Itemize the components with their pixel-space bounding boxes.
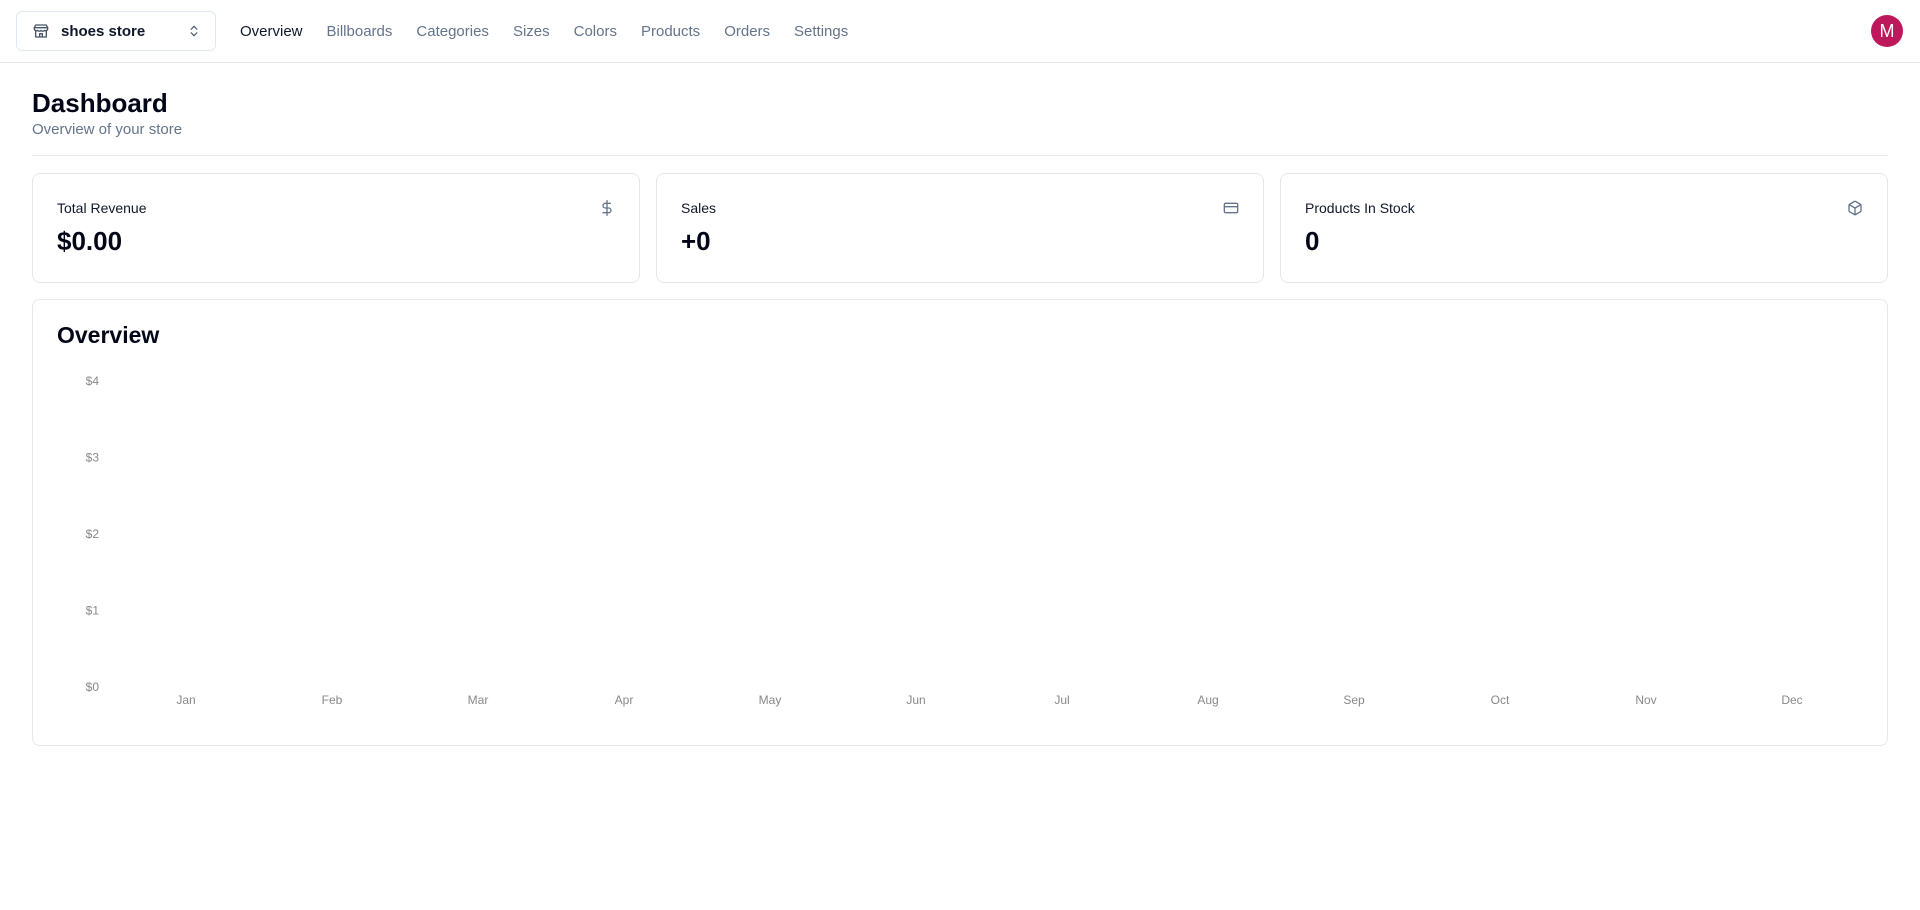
nav-item-overview[interactable]: Overview <box>240 23 303 40</box>
x-tick-label: Jun <box>906 693 925 707</box>
page-title: Dashboard <box>32 88 168 118</box>
nav-item-billboards[interactable]: Billboards <box>327 23 393 40</box>
store-switcher-button[interactable]: shoes store <box>16 11 216 51</box>
chevrons-up-down-icon <box>187 23 201 39</box>
dollar-sign-icon <box>599 200 615 216</box>
stat-label: Products In Stock <box>1305 200 1415 216</box>
x-tick-label: May <box>759 693 782 707</box>
nav-item-settings[interactable]: Settings <box>794 23 848 40</box>
page-subtitle: Overview of your store <box>32 121 183 138</box>
x-tick-label: Jul <box>1054 693 1069 707</box>
x-tick-label: Apr <box>615 693 634 707</box>
stat-label: Total Revenue <box>57 200 147 216</box>
nav-item-orders[interactable]: Orders <box>724 23 770 40</box>
x-tick-label: Feb <box>322 693 343 707</box>
nav-item-products[interactable]: Products <box>641 23 700 40</box>
y-tick-label: $0 <box>86 680 100 694</box>
nav-item-categories[interactable]: Categories <box>416 23 489 40</box>
stat-value: 0 <box>1305 226 1320 256</box>
header-divider <box>32 155 1888 156</box>
y-tick-label: $2 <box>86 527 100 541</box>
y-tick-label: $1 <box>86 604 100 618</box>
main-nav: Overview Billboards Categories Sizes Col… <box>240 0 872 63</box>
store-switcher-label: shoes store <box>61 22 146 40</box>
x-tick-label: Aug <box>1197 693 1218 707</box>
overview-bar-chart: $0 $1 $2 $3 $4 Jan Feb Mar Apr May Jun Jul Aug Sep Oct… <box>86 374 1803 707</box>
x-tick-label: Sep <box>1343 693 1365 707</box>
user-avatar[interactable]: M <box>1871 15 1903 47</box>
y-tick-label: $3 <box>86 451 100 465</box>
credit-card-icon <box>1223 200 1239 216</box>
x-tick-label: Jan <box>176 693 195 707</box>
store-icon <box>33 23 49 39</box>
y-tick-label: $4 <box>86 374 100 388</box>
stat-value: +0 <box>681 226 711 256</box>
x-tick-label: Oct <box>1491 693 1510 707</box>
stat-label: Sales <box>681 200 717 216</box>
overview-chart-card: Overview $0 $1 $2 $3 $4 Jan Feb Mar Apr May Jun Jul… <box>32 299 1888 746</box>
total-revenue-card: Total Revenue $0.00 <box>32 173 640 283</box>
x-tick-label: Mar <box>468 693 489 707</box>
top-navbar: shoes store Overview Billboards Categori… <box>0 0 1920 63</box>
nav-item-sizes[interactable]: Sizes <box>513 23 550 40</box>
nav-item-colors[interactable]: Colors <box>574 23 617 40</box>
x-tick-label: Nov <box>1635 693 1656 707</box>
package-icon <box>1847 200 1863 216</box>
products-in-stock-card: Products In Stock 0 <box>1280 173 1888 283</box>
x-tick-label: Dec <box>1781 693 1802 707</box>
sales-card: Sales +0 <box>656 173 1264 283</box>
stat-value: $0.00 <box>57 226 123 256</box>
